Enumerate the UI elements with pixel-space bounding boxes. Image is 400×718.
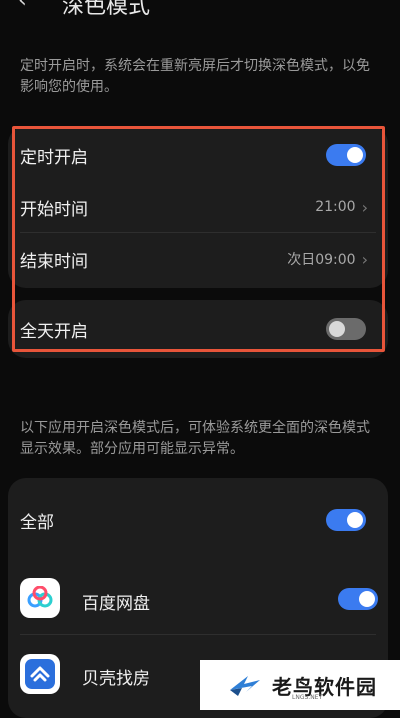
bird-logo-icon [230, 676, 260, 696]
all-apps-label: 全部 [20, 512, 54, 533]
watermark: 老鸟软件园 LNGS.NET [200, 660, 400, 710]
top-bar: ‹ 深色模式 [0, 0, 400, 22]
page-title: 深色模式 [62, 0, 151, 19]
watermark-sub: LNGS.NET [292, 694, 323, 701]
baidu-netdisk-icon [20, 578, 60, 618]
baidu-netdisk-toggle[interactable] [338, 588, 378, 610]
divider [20, 634, 376, 635]
apps-description: 以下应用开启深色模式后，可体验系统更全面的深色模式显示效果。部分应用可能显示异常… [20, 420, 370, 457]
all-apps-row[interactable]: 全部 [20, 495, 376, 545]
all-apps-toggle[interactable] [326, 509, 366, 531]
beike-icon [20, 654, 60, 694]
watermark-title: 老鸟软件园 [272, 674, 377, 699]
app-name: 百度网盘 [82, 594, 150, 614]
back-arrow-icon[interactable]: ‹ [18, 0, 27, 13]
scheduled-description: 定时开启时，系统会在重新亮屏后才切换深色模式，以免影响您的使用。 [20, 58, 370, 95]
highlight-box [12, 126, 385, 352]
app-name: 贝壳找房 [82, 669, 150, 689]
